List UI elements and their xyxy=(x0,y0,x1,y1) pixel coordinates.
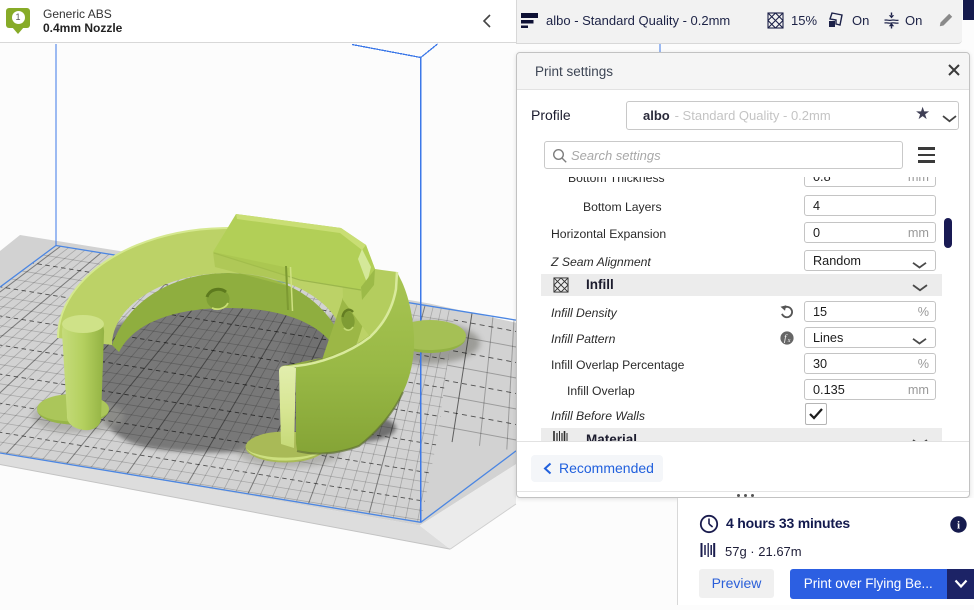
svg-text:i: i xyxy=(957,520,960,532)
svg-text:x: x xyxy=(787,338,791,344)
